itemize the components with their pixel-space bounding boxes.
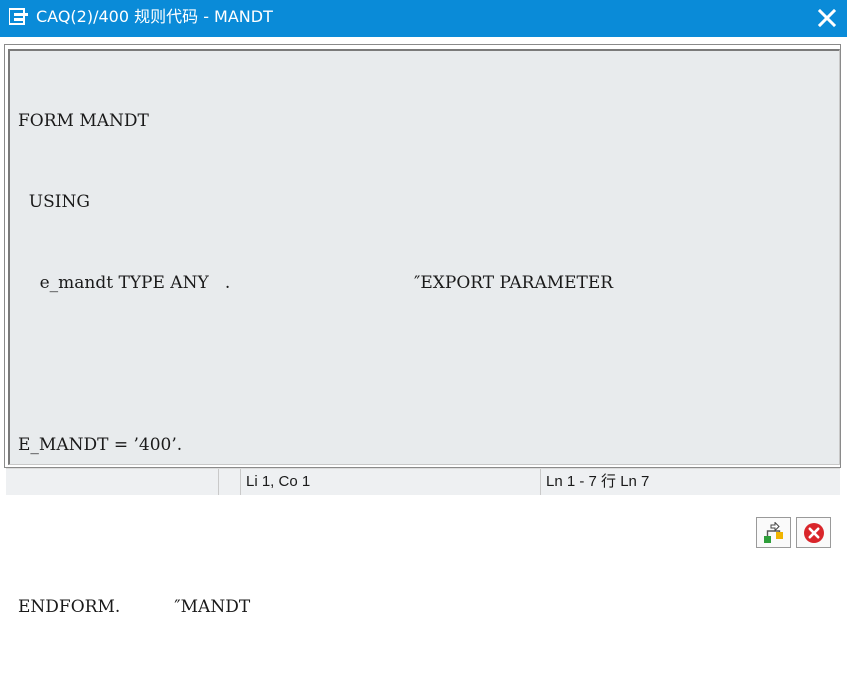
code-line: ENDFORM. ″MANDT: [18, 597, 251, 617]
cancel-button[interactable]: [796, 517, 831, 548]
window-title: CAQ(2)/400 规则代码 - MANDT: [36, 7, 273, 26]
status-spacer: [218, 469, 240, 495]
code-line: E_MANDT = ’400’.: [18, 435, 183, 455]
code-line: FORM MANDT: [18, 111, 149, 131]
title-bar: CAQ(2)/400 规则代码 - MANDT: [0, 0, 847, 37]
close-icon[interactable]: [815, 6, 839, 30]
status-bar: Li 1, Co 1 Ln 1 - 7 行 Ln 7: [6, 468, 840, 495]
hierarchy-transfer-icon: [764, 522, 783, 543]
code-line: USING: [18, 192, 90, 212]
code-editor[interactable]: FORM MANDT USING e_mandt TYPE ANY . ″EXP…: [8, 49, 840, 617]
cancel-icon: [804, 523, 824, 543]
transfer-button[interactable]: [756, 517, 791, 548]
line-range: Ln 1 - 7 行 Ln 7: [540, 469, 840, 495]
window-menu-icon[interactable]: [8, 8, 29, 26]
cursor-position: Li 1, Co 1: [240, 469, 540, 495]
code-text[interactable]: FORM MANDT USING e_mandt TYPE ANY . ″EXP…: [18, 54, 835, 675]
code-line: e_mandt TYPE ANY . ″EXPORT PARAMETER: [18, 273, 614, 293]
